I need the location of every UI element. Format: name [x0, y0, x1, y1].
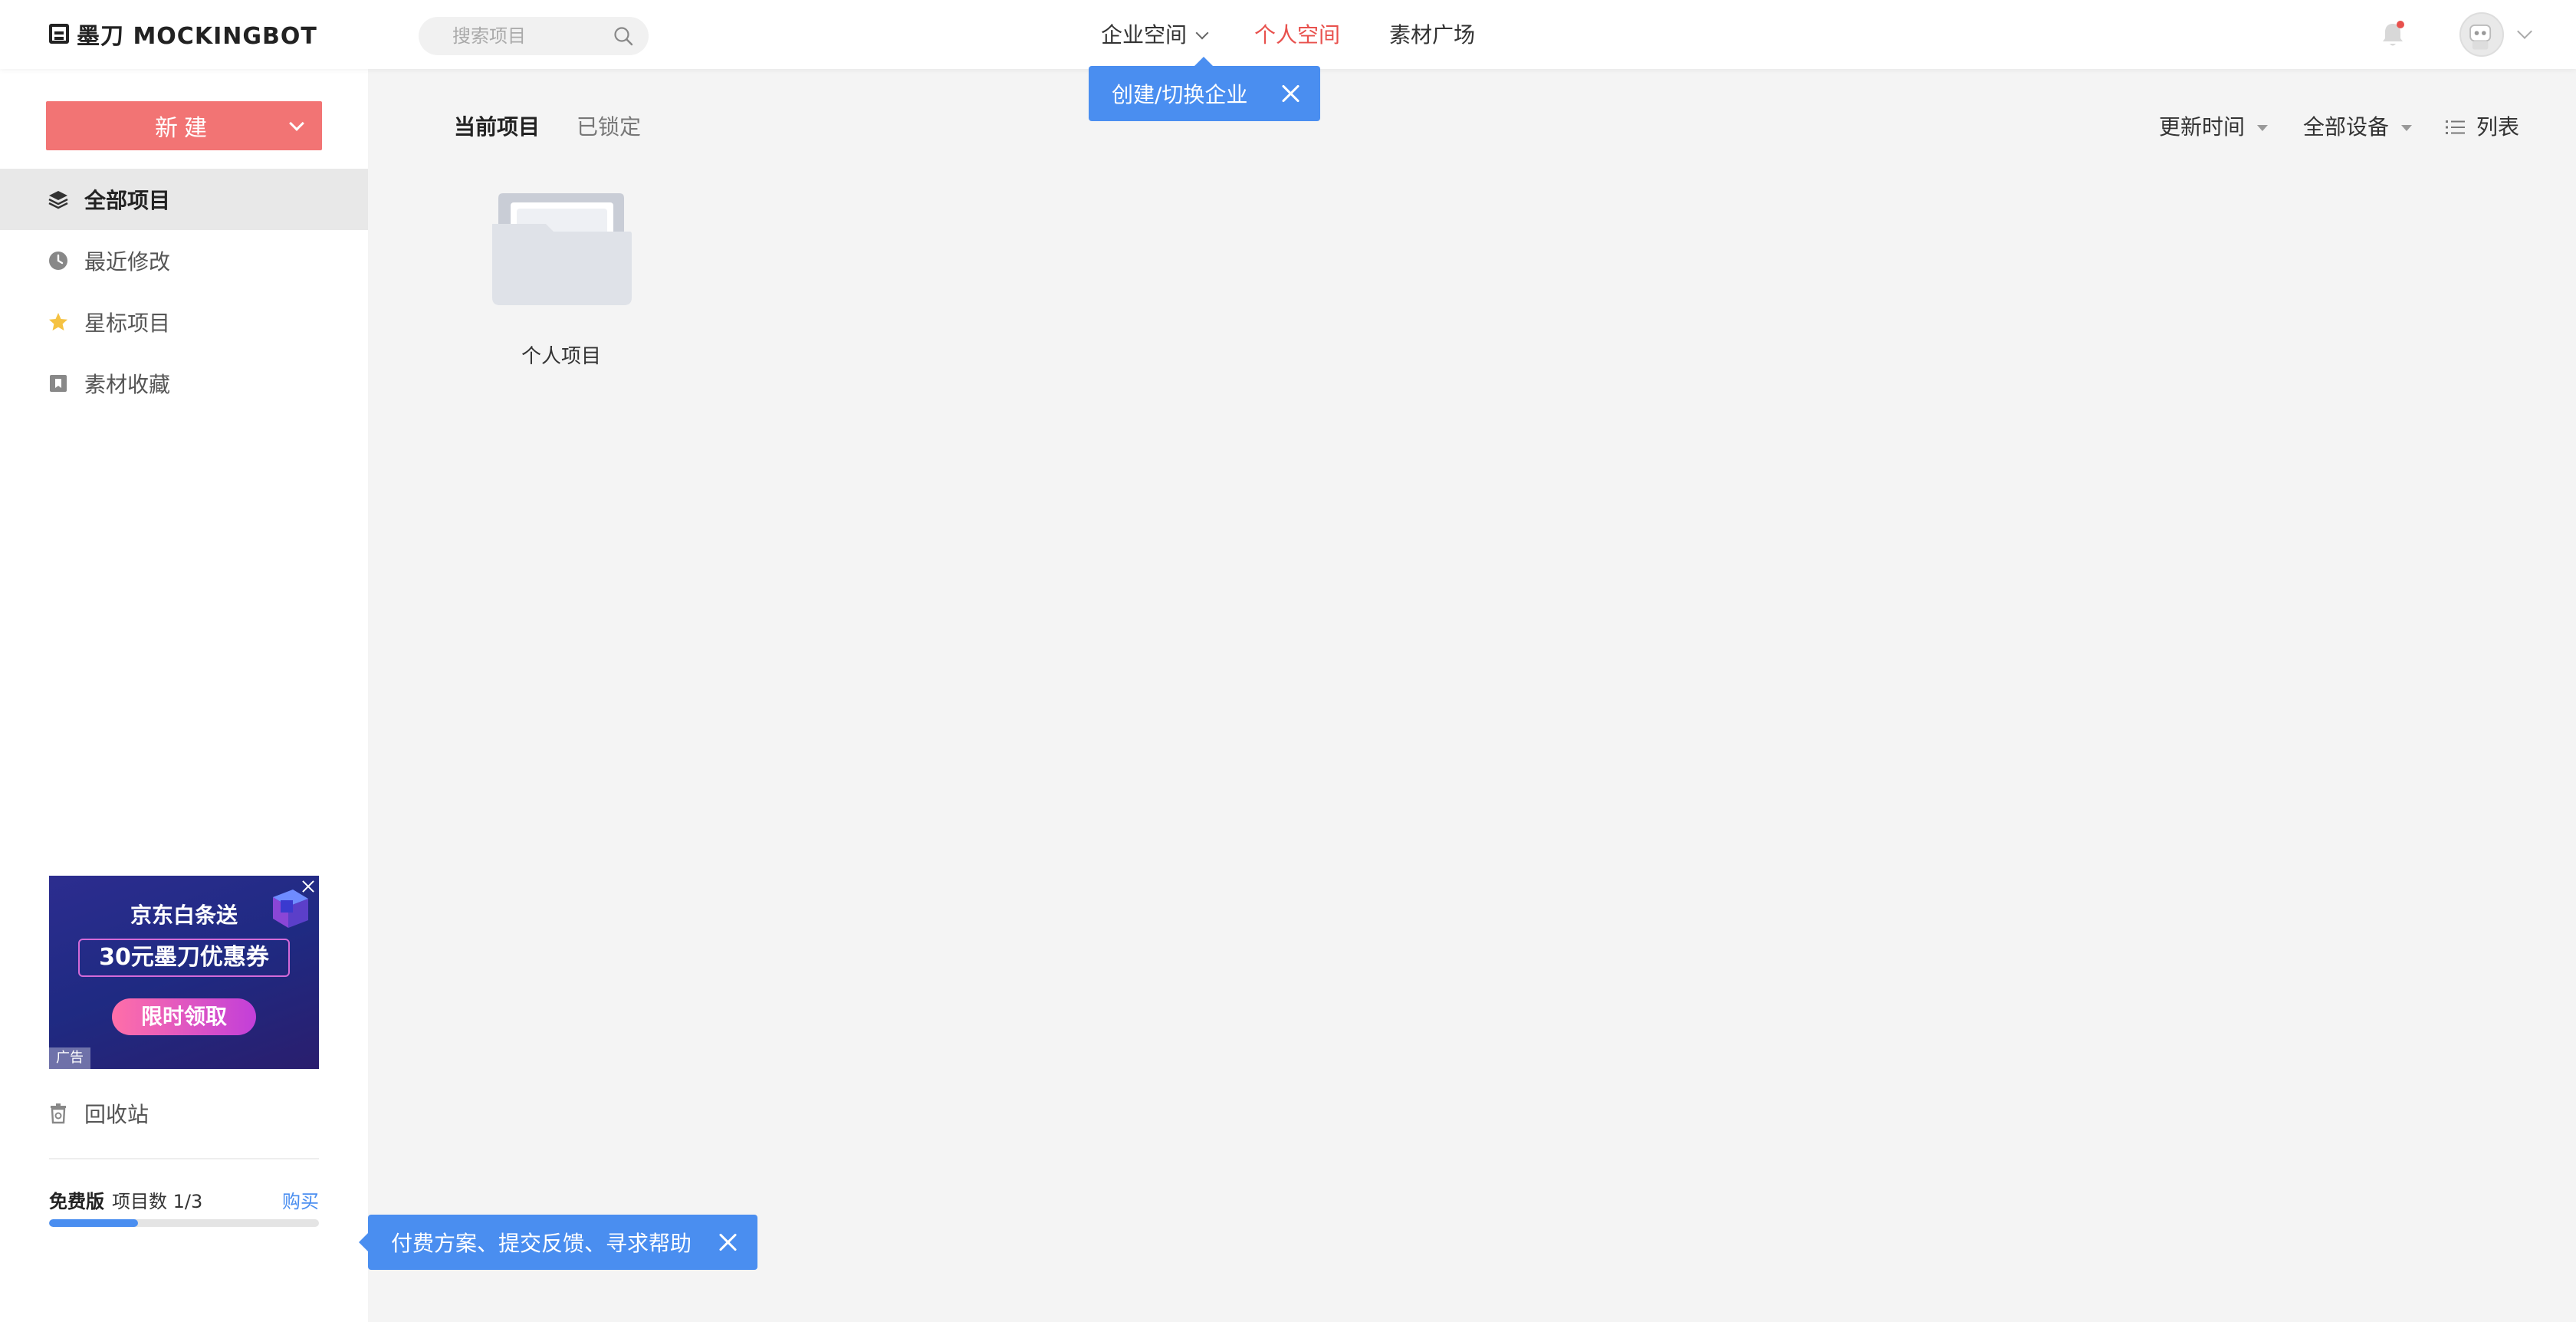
logo-text: 墨刀 MOCKINGBOT — [77, 23, 317, 50]
sort-label: 更新时间 — [2159, 114, 2246, 140]
ad-headline: 京东白条送 — [130, 903, 238, 928]
nav-enterprise-space[interactable]: 企业空间 — [1101, 17, 1209, 54]
sidebar-item-label: 星标项目 — [84, 311, 171, 336]
tab-current-projects[interactable]: 当前项目 — [454, 112, 540, 143]
divider — [49, 1158, 319, 1159]
trash-label: 回收站 — [84, 1102, 150, 1127]
nav-personal-label: 个人空间 — [1254, 22, 1341, 48]
enterprise-tooltip-text: 创建/切换企业 — [1112, 82, 1248, 107]
bookmark-icon — [50, 375, 67, 392]
bell-icon[interactable] — [2380, 20, 2406, 49]
chevron-down-icon — [1195, 26, 1209, 40]
sidebar-item-trash[interactable]: 回收站 — [0, 1092, 368, 1135]
search-box[interactable] — [419, 17, 649, 55]
project-usage-fill — [49, 1219, 139, 1227]
new-button-label: 新建 — [155, 115, 213, 142]
sidebar-item-starred[interactable]: 星标项目 — [0, 291, 368, 353]
caret-down-icon — [2257, 125, 2269, 131]
sidebar: 新建 全部项目 最近修改 星标项目 素材收藏 京东白条送 30元墨刀优惠券 限时… — [0, 69, 368, 1322]
layers-icon — [48, 191, 68, 209]
caret-down-icon — [2401, 125, 2413, 131]
view-label: 列表 — [2476, 114, 2520, 140]
notification-dot — [2397, 21, 2404, 28]
close-icon[interactable] — [716, 1231, 739, 1254]
robot-avatar-icon — [2469, 24, 2492, 50]
device-filter-dropdown[interactable]: 全部设备 — [2303, 112, 2413, 143]
top-header: 墨刀 MOCKINGBOT 企业空间 个人空间 素材广场 — [0, 0, 2576, 69]
project-usage-bar — [49, 1219, 319, 1227]
buy-link[interactable]: 购买 — [282, 1186, 319, 1213]
avatar[interactable] — [2459, 12, 2504, 57]
sidebar-item-label: 最近修改 — [84, 249, 171, 275]
plan-project-count: 项目数 1/3 — [112, 1190, 203, 1212]
new-button[interactable]: 新建 — [46, 101, 322, 150]
ad-tag: 广告 — [49, 1047, 90, 1069]
help-tooltip-text: 付费方案、提交反馈、寻求帮助 — [391, 1231, 692, 1256]
logo-icon — [49, 24, 69, 44]
nav-personal-space[interactable]: 个人空间 — [1254, 17, 1340, 54]
enterprise-tooltip: 创建/切换企业 — [1089, 57, 1320, 121]
nav-material-square[interactable]: 素材广场 — [1389, 17, 1475, 54]
search-icon[interactable] — [613, 26, 633, 46]
sidebar-item-recent[interactable]: 最近修改 — [0, 230, 368, 291]
chevron-down-icon[interactable] — [2517, 24, 2532, 39]
device-filter-label: 全部设备 — [2303, 114, 2390, 140]
sidebar-item-label: 素材收藏 — [84, 372, 171, 397]
plan-name: 免费版 — [49, 1190, 104, 1212]
view-toggle-list[interactable]: 列表 — [2446, 112, 2519, 143]
clock-icon — [49, 252, 67, 270]
promo-banner[interactable]: 京东白条送 30元墨刀优惠券 限时领取 广告 — [49, 876, 319, 1069]
sidebar-item-material-favorites[interactable]: 素材收藏 — [0, 353, 368, 414]
star-icon — [49, 313, 67, 330]
nav-enterprise-label: 企业空间 — [1101, 22, 1188, 48]
search-input[interactable] — [452, 17, 606, 55]
sidebar-item-all-projects[interactable]: 全部项目 — [0, 169, 368, 230]
help-tooltip: 付费方案、提交反馈、寻求帮助 — [359, 1215, 757, 1270]
close-icon[interactable] — [301, 879, 316, 894]
ad-coupon-text: 30元墨刀优惠券 — [78, 939, 290, 977]
folder-icon[interactable] — [491, 192, 632, 307]
trash-icon — [51, 1103, 66, 1124]
sort-dropdown[interactable]: 更新时间 — [2159, 112, 2269, 143]
chevron-down-icon[interactable] — [289, 116, 304, 131]
nav-material-label: 素材广场 — [1389, 22, 1476, 48]
plan-info: 免费版 项目数 1/3 购买 — [49, 1186, 319, 1213]
list-icon — [2446, 120, 2465, 134]
ad-claim-button[interactable]: 限时领取 — [112, 998, 256, 1035]
close-icon[interactable] — [1279, 82, 1302, 105]
logo[interactable]: 墨刀 MOCKINGBOT — [49, 18, 317, 50]
sidebar-item-label: 全部项目 — [84, 188, 171, 213]
folder-label: 个人项目 — [521, 345, 601, 368]
tab-locked[interactable]: 已锁定 — [577, 112, 641, 143]
